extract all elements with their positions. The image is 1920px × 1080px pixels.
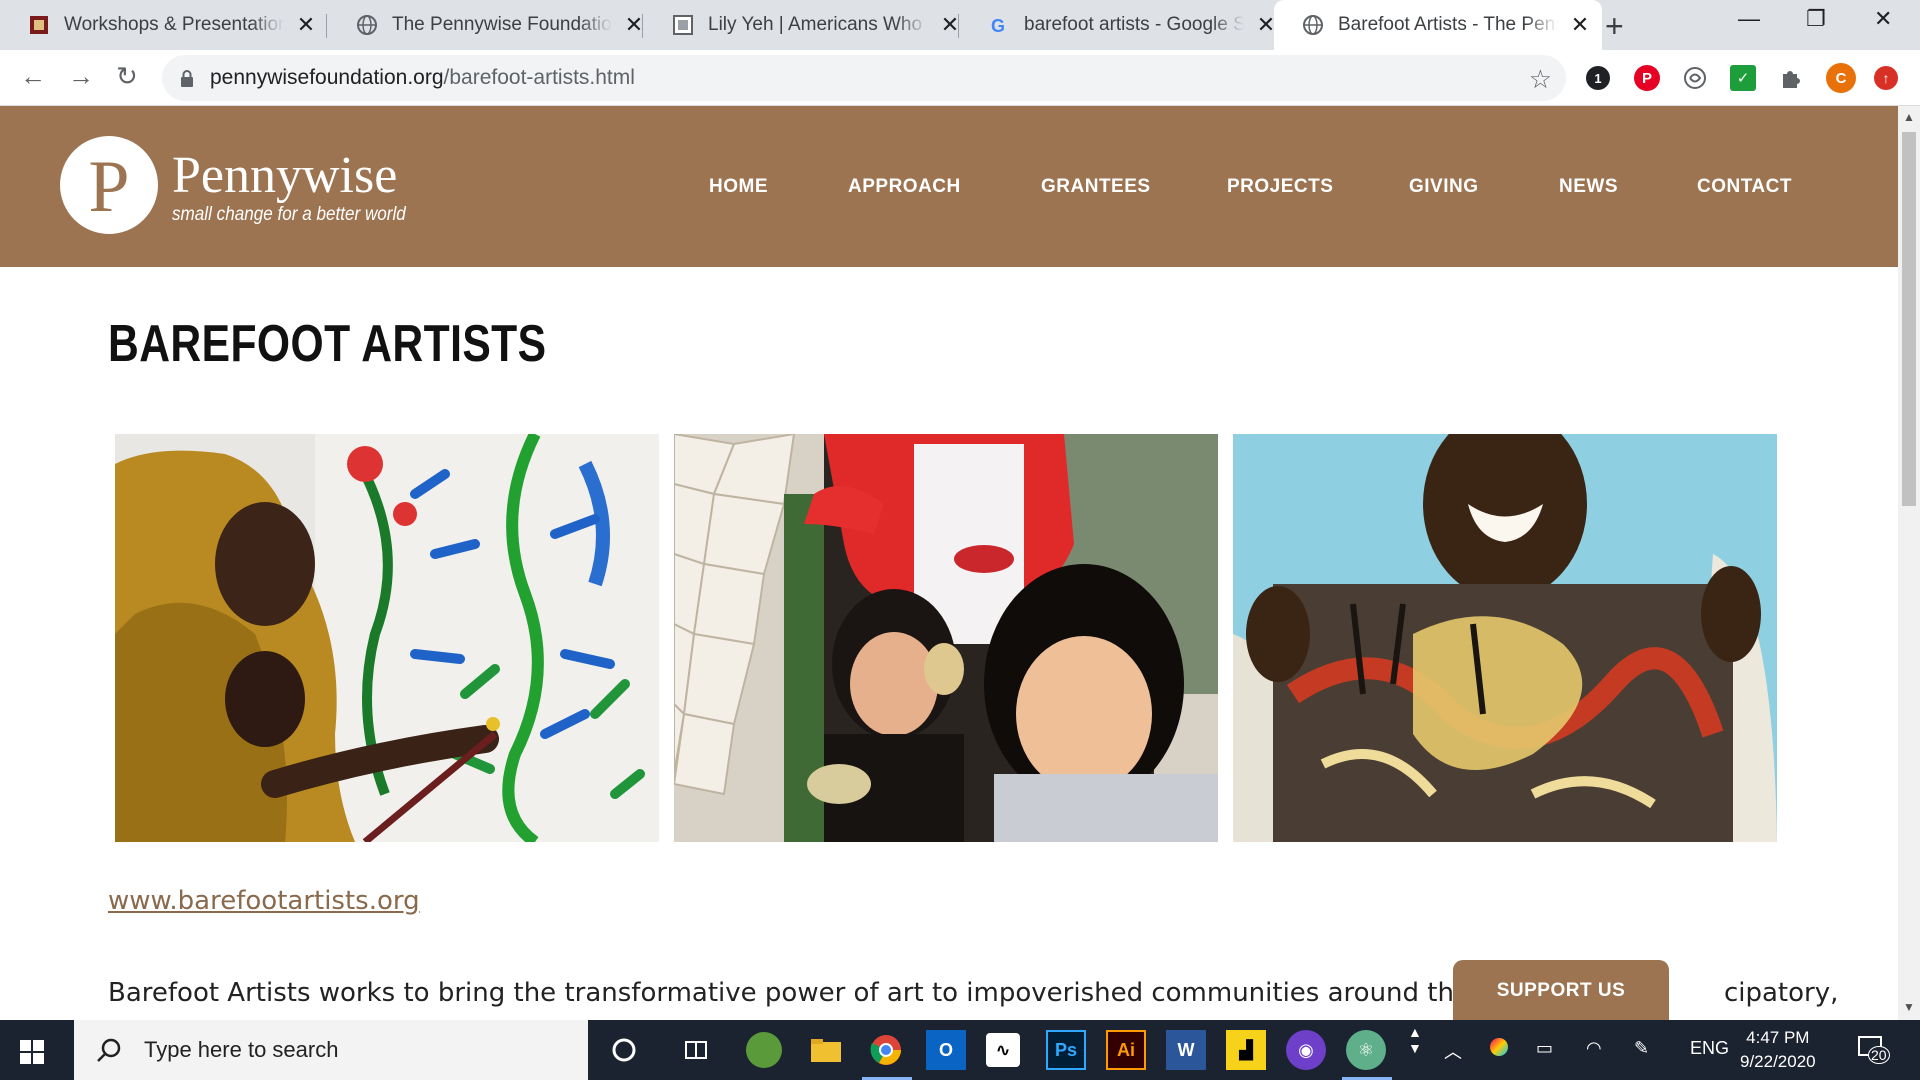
back-arrow-icon[interactable]: ← [20,61,46,92]
atom-icon[interactable]: ⚛ [1346,1030,1386,1070]
pennywise-logo[interactable]: P [60,136,158,234]
pen-icon[interactable]: ✎ [1634,1038,1649,1059]
taskbar-search-box[interactable]: Type here to search [74,1020,588,1080]
system-clock[interactable]: 4:47 PM 9/22/2020 [1740,1026,1816,1074]
site-header: P Pennywise small change for a better wo… [0,106,1898,267]
windows-start-icon[interactable] [20,1040,44,1064]
chrome-icon[interactable] [866,1030,906,1070]
address-bar[interactable]: pennywisefoundation.org/barefoot-artists… [162,55,1566,101]
puzzle-extensions-icon[interactable] [1778,65,1804,91]
search-icon [96,1037,122,1063]
globe-icon [356,14,378,36]
nav-giving[interactable]: GIVING [1409,176,1479,198]
grammar-extension-icon[interactable] [1682,65,1708,91]
tab-title: Workshops & Presentations [64,14,284,35]
nav-projects[interactable]: PROJECTS [1227,176,1333,198]
close-tab-icon[interactable]: ✕ [1256,12,1276,38]
task-view-icon[interactable] [676,1030,716,1070]
wifi-icon[interactable]: ◠ [1586,1038,1602,1059]
close-tab-icon[interactable]: ✕ [624,12,644,38]
google-icon: G [988,14,1010,36]
outlook-icon[interactable]: O [926,1030,966,1070]
drawing-app-icon[interactable]: ∿ [986,1033,1020,1067]
cortana-icon[interactable] [604,1030,644,1070]
close-window-icon[interactable]: ✕ [1874,6,1892,32]
close-tab-icon[interactable]: ✕ [1570,12,1590,38]
illustrator-icon[interactable]: Ai [1106,1030,1146,1070]
battery-icon[interactable]: ▭ [1536,1038,1553,1059]
tab-barefoot-artists[interactable]: Barefoot Artists - The Pennywise Foundat… [1274,0,1602,50]
taskbar-scroll-icon[interactable]: ▲ ▼ [1408,1024,1422,1056]
nav-home[interactable]: HOME [709,176,768,198]
notification-center-icon[interactable]: 20 [1856,1034,1890,1069]
logo-tagline: small change for a better world [172,204,406,225]
tab-google-search[interactable]: G barefoot artists - Google Search ✕ [960,0,1288,50]
nav-approach[interactable]: APPROACH [848,176,961,198]
nav-news[interactable]: NEWS [1559,176,1618,198]
checkmark-extension-icon[interactable]: ✓ [1730,65,1756,91]
profile-avatar-icon[interactable]: C [1826,63,1856,93]
close-tab-icon[interactable]: ✕ [940,12,960,38]
globe-icon [1302,14,1324,36]
web-page: P Pennywise small change for a better wo… [0,106,1898,1020]
gift-icon [28,14,50,36]
tab-pennywise-foundation[interactable]: The Pennywise Foundation ✕ [328,0,656,50]
sticky-notes-icon[interactable]: ▟ [1226,1030,1266,1070]
app-globe-icon[interactable] [746,1032,782,1068]
url-path: /barefoot-artists.html [443,66,635,89]
tab-lily-yeh[interactable]: Lily Yeh | Americans Who Tell the Truth … [644,0,972,50]
show-hidden-icons-icon[interactable]: ︿ [1444,1038,1462,1064]
nav-contact[interactable]: CONTACT [1697,176,1792,198]
pinterest-icon[interactable]: P [1634,65,1660,91]
update-arrow-icon[interactable]: ↑ [1874,66,1898,90]
page-title: BAREFOOT ARTISTS [108,315,547,373]
tab-title: The Pennywise Foundation [392,14,612,35]
forward-arrow-icon[interactable]: → [68,61,94,92]
close-tab-icon[interactable]: ✕ [296,12,316,38]
lock-icon [180,70,194,87]
logo-name[interactable]: Pennywise [172,150,397,202]
github-icon[interactable]: ◉ [1286,1030,1326,1070]
new-tab-button[interactable]: + [1605,8,1624,45]
language-indicator[interactable]: ENG [1690,1038,1729,1059]
windows-taskbar: Type here to search O ∿ Ps Ai W ▟ ◉ ⚛ ▲ ▼… [0,1020,1920,1080]
color-app-icon[interactable] [1490,1038,1508,1056]
scroll-down-icon[interactable]: ▼ [1903,1000,1915,1014]
scroll-up-icon[interactable]: ▲ [1903,110,1915,124]
clock-time: 4:47 PM [1746,1028,1810,1047]
notification-count: 20 [1868,1046,1890,1064]
child-painting-mural-photo [115,434,659,842]
scrollbar-thumb[interactable] [1902,132,1916,506]
nav-grantees[interactable]: GRANTEES [1041,176,1151,198]
minimize-icon[interactable]: — [1738,6,1760,32]
bookmark-star-icon[interactable]: ☆ [1529,64,1552,95]
word-icon[interactable]: W [1166,1030,1206,1070]
tab-title: Lily Yeh | Americans Who Tell the Truth [708,14,928,35]
svg-text:G: G [991,16,1005,36]
search-placeholder: Type here to search [144,1037,339,1062]
tab-workshops[interactable]: Workshops & Presentations ✕ [0,0,328,50]
tab-title: barefoot artists - Google Search [1024,14,1244,35]
support-us-button[interactable]: SUPPORT US [1453,960,1669,1020]
counter-extension-icon[interactable]: 1 [1586,66,1610,90]
url-domain: pennywisefoundation.org [210,66,444,89]
clock-date: 9/22/2020 [1740,1052,1816,1071]
browser-tab-strip: Workshops & Presentations ✕ The Pennywis… [0,0,1920,50]
barefoot-artists-link[interactable]: www.barefootartists.org [108,886,420,916]
page-scrollbar[interactable]: ▲ ▼ [1898,106,1920,1020]
tab-title: Barefoot Artists - The Pennywise Foundat… [1338,14,1558,35]
girls-mosaic-wall-photo [674,434,1218,842]
file-explorer-icon[interactable] [806,1030,846,1070]
boy-holding-painting-photo [1233,434,1777,842]
square-icon [672,14,694,36]
browser-toolbar: ← → ↻ pennywisefoundation.org/barefoot-a… [0,50,1920,106]
photoshop-icon[interactable]: Ps [1046,1030,1086,1070]
restore-icon[interactable]: ❐ [1806,6,1826,32]
reload-icon[interactable]: ↻ [116,61,138,92]
